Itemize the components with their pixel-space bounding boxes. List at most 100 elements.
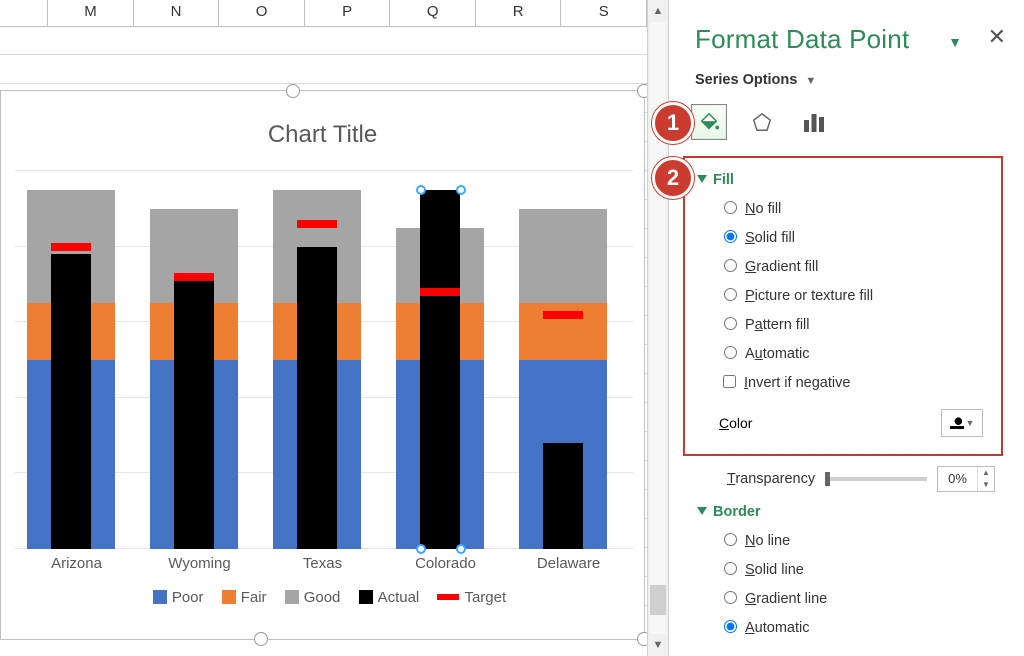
chart-resize-handle[interactable] bbox=[286, 84, 300, 98]
col-header[interactable]: M bbox=[48, 0, 134, 26]
invert-if-negative-checkbox[interactable]: Invert if negative bbox=[719, 372, 989, 391]
callout-badge-1: 1 bbox=[652, 102, 694, 144]
spin-down-icon[interactable]: ▼ bbox=[978, 479, 994, 491]
scroll-thumb[interactable] bbox=[650, 585, 666, 615]
slider-thumb[interactable] bbox=[825, 472, 830, 486]
scroll-down-icon[interactable]: ▼ bbox=[648, 634, 668, 656]
paint-bucket-icon bbox=[950, 417, 964, 429]
format-icon-tabs bbox=[691, 104, 831, 140]
actual-bar[interactable] bbox=[51, 254, 91, 549]
col-header[interactable]: S bbox=[561, 0, 647, 26]
x-axis-label: Arizona bbox=[15, 555, 138, 579]
legend-swatch-actual bbox=[359, 590, 373, 604]
actual-bar[interactable] bbox=[174, 277, 214, 549]
transparency-control: Transparency 0% ▲▼ bbox=[727, 466, 995, 492]
pentagon-icon bbox=[751, 111, 773, 133]
selection-handle[interactable] bbox=[416, 544, 426, 554]
format-pane: Format Data Point ▼ ✕ Series Options ▼ bbox=[669, 0, 1024, 656]
worksheet-area: M N O P Q R S Chart Title ArizonaWyoming… bbox=[0, 0, 647, 656]
legend-swatch-target bbox=[437, 594, 459, 600]
legend-label: Actual bbox=[378, 589, 420, 606]
legend-label: Target bbox=[464, 589, 506, 606]
legend-label: Poor bbox=[172, 589, 204, 606]
automatic-fill-option[interactable]: Automatic bbox=[719, 343, 989, 362]
fill-section: Fill No fill Solid fill Gradient fill Pi… bbox=[683, 156, 1003, 456]
chevron-down-icon: ▼ bbox=[966, 418, 975, 428]
pane-options-dropdown[interactable]: ▼ bbox=[948, 34, 962, 50]
series-options-dropdown[interactable]: Series Options ▼ bbox=[695, 72, 816, 88]
selection-handle[interactable] bbox=[416, 185, 426, 195]
series-options-tab[interactable] bbox=[797, 105, 831, 139]
transparency-input[interactable]: 0% ▲▼ bbox=[937, 466, 995, 492]
target-marker[interactable] bbox=[297, 220, 337, 228]
column-headers[interactable]: M N O P Q R S bbox=[0, 0, 647, 27]
fill-section-header[interactable]: Fill bbox=[697, 172, 989, 188]
col-header[interactable] bbox=[0, 0, 48, 26]
target-marker[interactable] bbox=[174, 273, 214, 281]
legend-label: Good bbox=[304, 589, 341, 606]
target-marker[interactable] bbox=[543, 311, 583, 319]
x-axis-label: Colorado bbox=[384, 555, 507, 579]
paint-bucket-icon bbox=[698, 111, 720, 133]
series-options-label: Series Options bbox=[695, 72, 797, 88]
legend-label: Fair bbox=[241, 589, 267, 606]
border-section: Border No line Solid line Gradient line … bbox=[697, 504, 827, 646]
legend-swatch-poor bbox=[153, 590, 167, 604]
pattern-fill-option[interactable]: Pattern fill bbox=[719, 314, 989, 333]
fill-color-picker[interactable]: ▼ bbox=[941, 409, 983, 437]
actual-bar[interactable] bbox=[420, 190, 460, 549]
x-axis-label: Wyoming bbox=[138, 555, 261, 579]
chart-title[interactable]: Chart Title bbox=[1, 121, 644, 149]
scroll-up-icon[interactable]: ▲ bbox=[648, 0, 668, 22]
solid-fill-option[interactable]: Solid fill bbox=[719, 227, 989, 246]
callout-badge-2: 2 bbox=[652, 157, 694, 199]
picture-fill-option[interactable]: Picture or texture fill bbox=[719, 285, 989, 304]
border-header-label: Border bbox=[713, 504, 761, 520]
legend-swatch-good bbox=[285, 590, 299, 604]
border-options: No line Solid line Gradient line Automat… bbox=[719, 530, 827, 636]
chart-legend[interactable]: Poor Fair Good Actual Target bbox=[1, 589, 644, 606]
chart-resize-handle[interactable] bbox=[254, 632, 268, 646]
transparency-slider[interactable] bbox=[825, 477, 927, 481]
bar-chart-icon bbox=[802, 111, 826, 133]
collapse-icon bbox=[697, 507, 707, 515]
selection-handle[interactable] bbox=[456, 185, 466, 195]
transparency-label: ransparency bbox=[735, 471, 815, 487]
legend-swatch-fair bbox=[222, 590, 236, 604]
target-marker[interactable] bbox=[51, 243, 91, 251]
solid-line-option[interactable]: Solid line bbox=[719, 559, 827, 578]
chart-x-axis-labels: ArizonaWyomingTexasColoradoDelaware bbox=[15, 555, 633, 579]
col-header[interactable]: P bbox=[305, 0, 391, 26]
close-icon[interactable]: ✕ bbox=[988, 24, 1006, 50]
col-header[interactable]: R bbox=[476, 0, 562, 26]
no-fill-option[interactable]: No fill bbox=[719, 198, 989, 217]
actual-bar[interactable] bbox=[297, 247, 337, 549]
spin-up-icon[interactable]: ▲ bbox=[978, 467, 994, 479]
target-marker[interactable] bbox=[420, 288, 460, 296]
fill-line-tab[interactable] bbox=[691, 104, 727, 140]
chart-plot-area[interactable] bbox=[15, 171, 633, 549]
good-segment[interactable] bbox=[519, 209, 607, 304]
x-axis-label: Texas bbox=[261, 555, 384, 579]
col-header[interactable]: N bbox=[134, 0, 220, 26]
gradient-fill-option[interactable]: Gradient fill bbox=[719, 256, 989, 275]
effects-tab[interactable] bbox=[745, 105, 779, 139]
pane-title: Format Data Point bbox=[695, 24, 909, 55]
transparency-value: 0% bbox=[938, 467, 977, 491]
col-header[interactable]: Q bbox=[390, 0, 476, 26]
chevron-down-icon: ▼ bbox=[805, 75, 816, 87]
fill-header-label: Fill bbox=[713, 172, 734, 188]
vertical-scrollbar[interactable]: ▲ ▼ bbox=[647, 0, 669, 656]
fill-options: No fill Solid fill Gradient fill Picture… bbox=[719, 198, 989, 362]
no-line-option[interactable]: No line bbox=[719, 530, 827, 549]
automatic-line-option[interactable]: Automatic bbox=[719, 617, 827, 636]
col-header[interactable]: O bbox=[219, 0, 305, 26]
collapse-icon bbox=[697, 175, 707, 183]
border-section-header[interactable]: Border bbox=[697, 504, 827, 520]
color-label: Color bbox=[719, 415, 752, 431]
chart-object[interactable]: Chart Title ArizonaWyomingTexasColoradoD… bbox=[0, 90, 645, 640]
actual-bar[interactable] bbox=[543, 443, 583, 549]
selection-handle[interactable] bbox=[456, 544, 466, 554]
x-axis-label: Delaware bbox=[507, 555, 630, 579]
gradient-line-option[interactable]: Gradient line bbox=[719, 588, 827, 607]
